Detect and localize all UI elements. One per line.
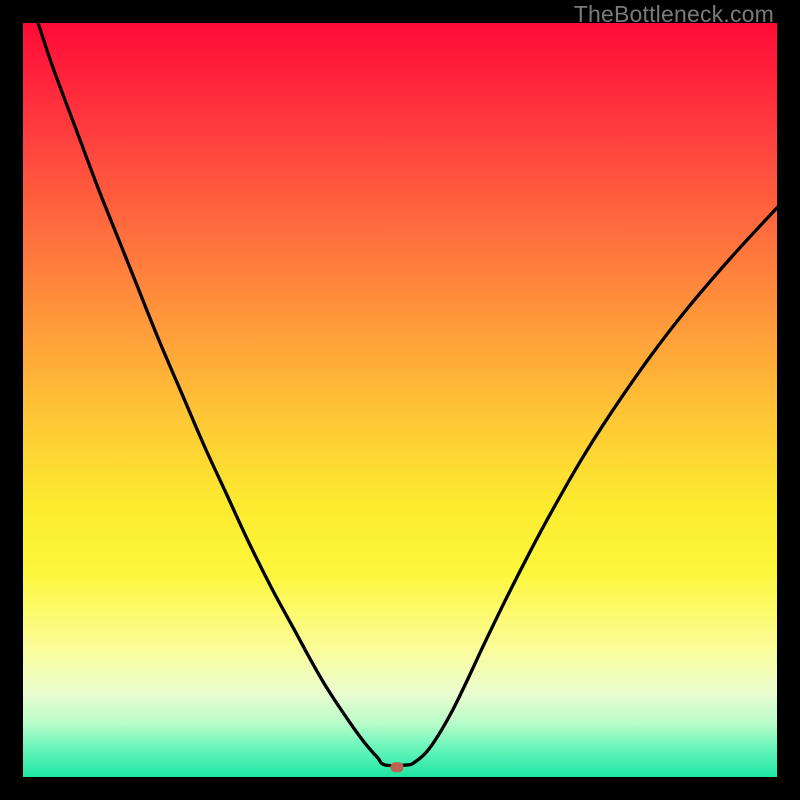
chart-svg [23,23,777,777]
bottleneck-curve [38,23,777,766]
watermark-text: TheBottleneck.com [574,1,774,28]
optimum-marker [390,762,403,772]
chart-area [23,23,777,777]
